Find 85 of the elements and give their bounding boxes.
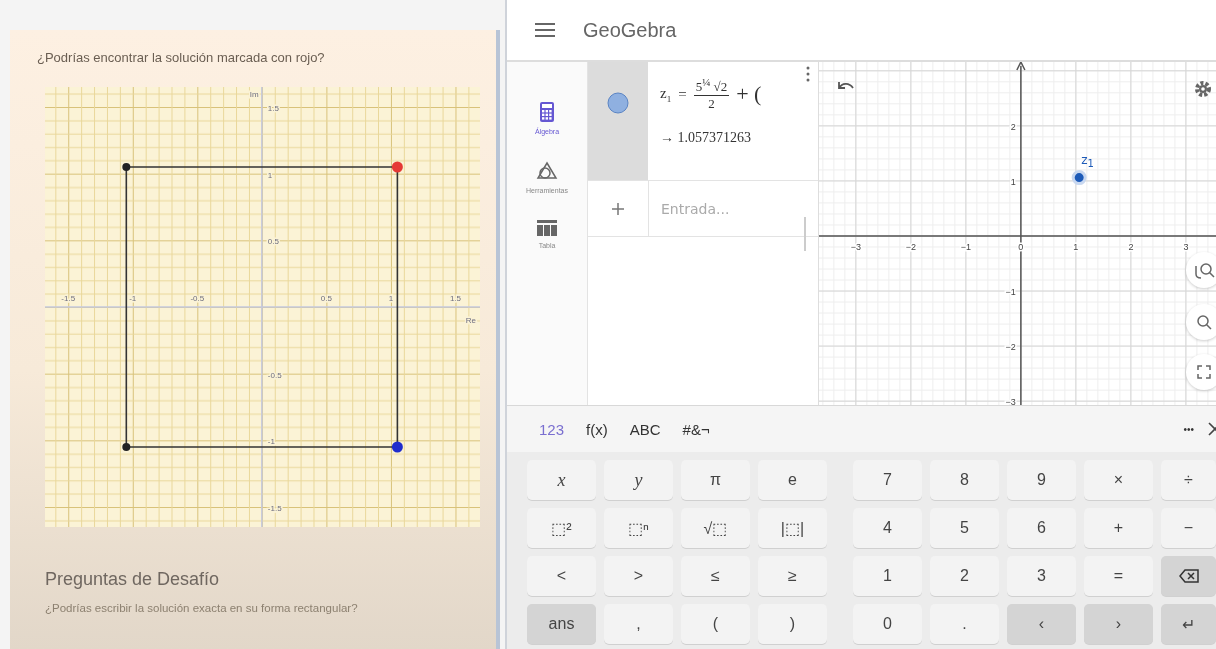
- formula-expression[interactable]: z$_{1}$ = 5$^{¼}$ √2 2 + (: [660, 76, 818, 113]
- shapes-icon: [536, 161, 558, 181]
- keyboard-key[interactable]: +: [1084, 508, 1153, 548]
- table-icon: [537, 220, 557, 236]
- fullscreen-icon: [1197, 365, 1211, 379]
- menu-icon[interactable]: [535, 23, 555, 37]
- backspace-icon: [1178, 569, 1199, 583]
- keyboard-tab[interactable]: #&¬: [674, 416, 718, 442]
- keyboard-key[interactable]: ‹: [1007, 604, 1076, 644]
- axis-tick-label: 0.5: [267, 237, 279, 247]
- axis-tick-label: 2: [1010, 121, 1016, 132]
- result-value: → 1.057371263: [660, 130, 752, 147]
- keyboard-key[interactable]: −: [1161, 508, 1216, 548]
- keyboard-key[interactable]: ): [758, 604, 827, 644]
- challenge-question: ¿Podrías escribir la solución exacta en su forma rectangular?: [45, 602, 359, 614]
- axis-tick-label: 2: [1128, 242, 1134, 252]
- axis-tick-label: −2: [905, 242, 916, 252]
- keyboard-key[interactable]: ans: [527, 604, 596, 644]
- keyboard-key[interactable]: 4: [853, 508, 922, 548]
- keyboard-key[interactable]: >: [604, 556, 673, 596]
- keyboard-key[interactable]: ×: [1084, 460, 1153, 500]
- keyboard-key[interactable]: ≤: [681, 556, 750, 596]
- axis-tick-label: 1: [1010, 176, 1016, 187]
- keyboard-tab[interactable]: 123: [531, 416, 573, 442]
- axis-tick-label: -1: [267, 437, 275, 447]
- keyboard-key[interactable]: 0: [853, 604, 922, 644]
- settings-icon[interactable]: [1194, 80, 1212, 98]
- close-icon[interactable]: [1208, 422, 1216, 436]
- axis-tick-label: -0.5: [267, 370, 282, 380]
- point[interactable]: [1071, 170, 1087, 186]
- axis-tick-label: 3: [1183, 242, 1189, 252]
- keyboard-key[interactable]: ›: [1084, 604, 1153, 644]
- hand-magnifier-icon: [1193, 260, 1215, 280]
- axis-tick-label: 1: [1073, 242, 1079, 252]
- axis-tick-label: −3: [1005, 397, 1016, 405]
- axis-tick-label: -1: [129, 294, 137, 303]
- keyboard-key[interactable]: √⬚: [681, 508, 750, 548]
- keyboard-key[interactable]: 5: [930, 508, 999, 548]
- axis-label: Im: [249, 90, 259, 99]
- keyboard-key[interactable]: =: [1084, 556, 1153, 596]
- keyboard-key[interactable]: 7: [853, 460, 922, 500]
- keyboard-key[interactable]: ,: [604, 604, 673, 644]
- keyboard-key[interactable]: 8: [930, 460, 999, 500]
- axis-tick-label: 1.5: [449, 294, 462, 303]
- keyboard-key[interactable]: ≥: [758, 556, 827, 596]
- axis-tick-label: −2: [1005, 342, 1016, 353]
- keyboard-key[interactable]: 2: [930, 556, 999, 596]
- keyboard-key[interactable]: x: [527, 460, 596, 500]
- more-options-icon[interactable]: [806, 66, 810, 82]
- question-text: ¿Podrías encontrar la solución marcada con rojo?: [37, 50, 326, 65]
- plus-icon[interactable]: [611, 201, 625, 216]
- axis-tick-label: 1: [388, 294, 394, 303]
- keyboard-key[interactable]: ⬚ⁿ: [604, 508, 673, 548]
- keyboard-key[interactable]: ÷: [1161, 460, 1216, 500]
- app-title: GeoGebra: [583, 18, 677, 42]
- axis-tick-label: 1: [267, 170, 273, 180]
- axis-tick-label: −3: [850, 242, 861, 252]
- calculator-icon: [540, 102, 554, 122]
- keyboard-tab[interactable]: ABC: [621, 416, 669, 442]
- keyboard-key[interactable]: <: [527, 556, 596, 596]
- keyboard-key[interactable]: .: [930, 604, 999, 644]
- keyboard-key[interactable]: 6: [1007, 508, 1076, 548]
- keyboard-key[interactable]: |⬚|: [758, 508, 827, 548]
- axis-tick-label: 0.5: [320, 294, 332, 303]
- keyboard-key[interactable]: 3: [1007, 556, 1076, 596]
- keyboard-key[interactable]: [1161, 556, 1216, 596]
- axis-label: Re: [465, 316, 476, 325]
- axis-tick-label: −1: [1005, 287, 1016, 298]
- keyboard-key[interactable]: 1: [853, 556, 922, 596]
- keyboard-key[interactable]: (: [681, 604, 750, 644]
- keyboard-key[interactable]: π: [681, 460, 750, 500]
- magnifier-icon: [1196, 314, 1212, 330]
- point-label: z$_{1}$: [1081, 152, 1094, 167]
- keyboard-key[interactable]: 9: [1007, 460, 1076, 500]
- axis-tick-label: -1.5: [61, 294, 76, 303]
- keyboard-key[interactable]: e: [758, 460, 827, 500]
- keyboard-tab[interactable]: f(x): [578, 416, 616, 442]
- axis-tick-label: -0.5: [190, 294, 205, 303]
- visibility-dot-icon[interactable]: [607, 92, 629, 114]
- more-button[interactable]: •••: [1175, 419, 1202, 439]
- section-heading: Preguntas de Desafío: [45, 569, 221, 590]
- keyboard-key[interactable]: y: [604, 460, 673, 500]
- keyboard-key[interactable]: ⬚²: [527, 508, 596, 548]
- keyboard-key[interactable]: ↵: [1161, 604, 1216, 644]
- axis-tick-label: −1: [960, 242, 971, 252]
